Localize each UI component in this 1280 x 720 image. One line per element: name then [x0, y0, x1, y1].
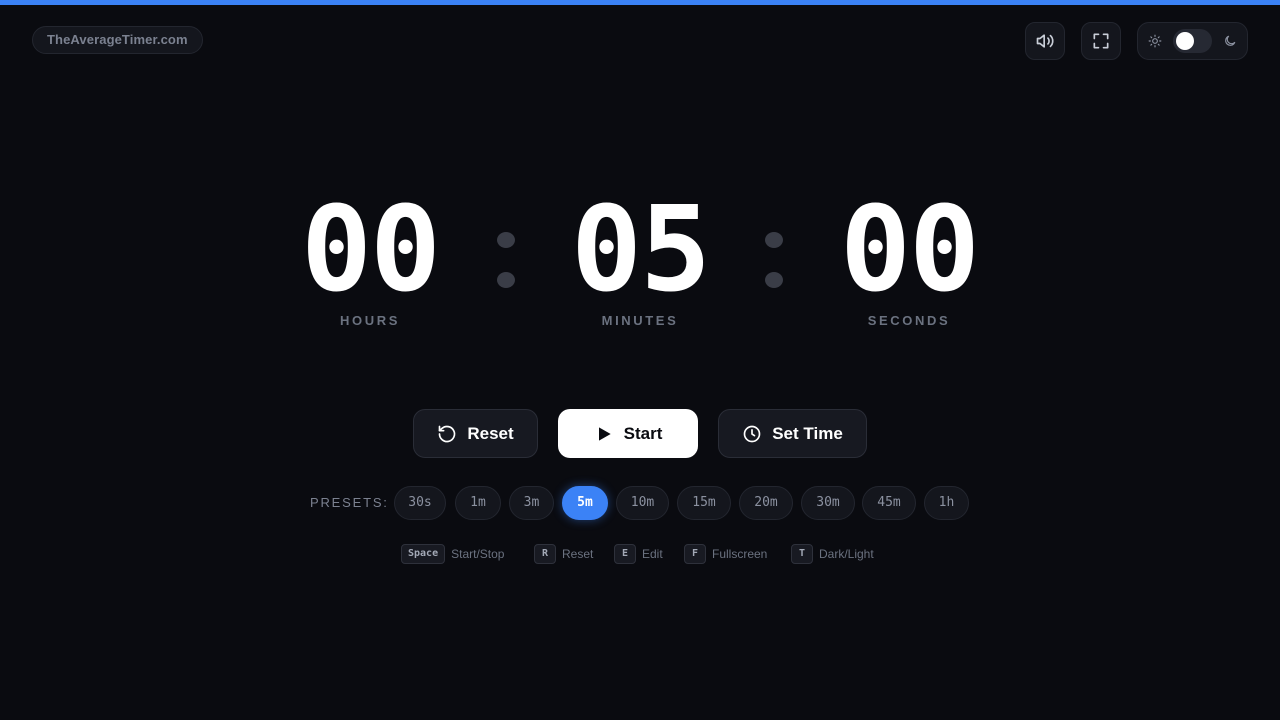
shortcut-item: Space Start/Stop [401, 543, 504, 565]
preset-1m[interactable]: 1m [455, 486, 501, 520]
fullscreen-icon [1093, 33, 1109, 49]
shortcut-item: E Edit [614, 543, 663, 565]
presets-bar: PRESETS: 30s 1m 3m 5m 10m 15m 20m 30m 45… [0, 486, 1280, 520]
shortcut-key: T [791, 544, 813, 564]
play-icon [598, 426, 611, 441]
set-time-button[interactable]: Set Time [718, 409, 867, 458]
shortcut-key: R [534, 544, 556, 564]
keyboard-shortcuts: Space Start/Stop R Reset E Edit F Fullsc… [0, 543, 1280, 565]
preset-45m[interactable]: 45m [862, 486, 916, 520]
shortcut-action: Start/Stop [451, 547, 505, 561]
top-accent-bar [0, 0, 1280, 5]
clock-icon [743, 425, 761, 442]
preset-30s[interactable]: 30s [394, 486, 446, 520]
speaker-icon [1036, 34, 1054, 48]
colon-separator [764, 232, 784, 288]
fullscreen-button[interactable] [1081, 22, 1121, 60]
shortcut-action: Reset [562, 547, 594, 561]
site-logo[interactable]: TheAverageTimer.com [32, 26, 203, 54]
shortcut-key: F [684, 544, 706, 564]
sun-icon [1148, 33, 1163, 49]
hours-value[interactable]: 00 [260, 190, 480, 308]
sound-toggle-button[interactable] [1025, 22, 1065, 60]
theme-toggle[interactable] [1172, 29, 1213, 53]
reset-label: Reset [467, 423, 514, 443]
preset-20m[interactable]: 20m [739, 486, 793, 520]
hours-label: HOURS [340, 313, 400, 328]
shortcut-key: E [614, 544, 636, 564]
preset-1h[interactable]: 1h [924, 486, 969, 520]
shortcut-item: F Fullscreen [684, 543, 767, 565]
minutes-label: MINUTES [601, 313, 679, 328]
reset-icon [439, 425, 456, 442]
shortcut-action: Edit [642, 547, 663, 561]
moon-icon [1222, 33, 1237, 49]
shortcut-item: T Dark/Light [791, 543, 874, 565]
set-time-label: Set Time [772, 423, 843, 443]
minutes-unit[interactable]: 05 MINUTES [530, 190, 750, 328]
preset-30m[interactable]: 30m [801, 486, 855, 520]
presets-label: PRESETS: [310, 495, 389, 510]
seconds-value[interactable]: 00 [799, 190, 1019, 308]
reset-button[interactable]: Reset [413, 409, 538, 458]
shortcut-item: R Reset [534, 543, 593, 565]
theme-switcher [1137, 22, 1248, 60]
seconds-unit[interactable]: 00 SECONDS [799, 190, 1019, 328]
preset-5m[interactable]: 5m [562, 486, 608, 520]
preset-15m[interactable]: 15m [677, 486, 731, 520]
start-button[interactable]: Start [558, 409, 698, 458]
start-label: Start [623, 423, 663, 443]
timer-controls: Reset Start Set Time [0, 409, 1280, 458]
toggle-knob [1175, 32, 1194, 50]
hours-unit[interactable]: 00 HOURS [260, 190, 480, 328]
preset-3m[interactable]: 3m [509, 486, 554, 520]
colon-separator [496, 232, 516, 288]
seconds-label: SECONDS [867, 313, 951, 328]
timer-display: 00 HOURS 05 MINUTES 00 SECONDS [0, 190, 1280, 350]
minutes-value[interactable]: 05 [530, 190, 750, 308]
preset-10m[interactable]: 10m [616, 486, 669, 520]
shortcut-action: Fullscreen [712, 547, 768, 561]
shortcut-key: Space [401, 544, 446, 564]
shortcut-action: Dark/Light [819, 547, 874, 561]
